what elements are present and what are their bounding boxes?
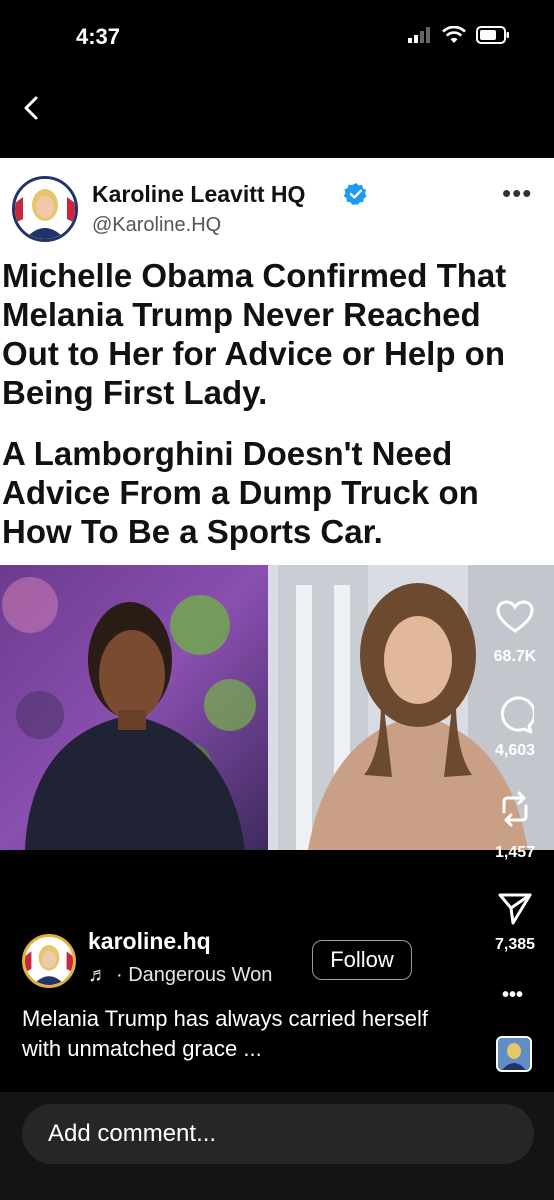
tweet-avatar — [12, 176, 78, 242]
photo-michelle-obama — [0, 565, 268, 850]
signal-icon — [408, 27, 430, 43]
comment-bubble-icon[interactable] — [496, 696, 534, 734]
likes-count: 68.7K — [493, 648, 537, 665]
status-icons — [408, 26, 510, 44]
tweet-subhead: A Lamborghini Doesn't Need Advice From a… — [2, 435, 479, 550]
comments-count: 4,603 — [494, 742, 536, 759]
post-caption[interactable]: Melania Trump has always carried herself… — [22, 1004, 442, 1064]
reposts-count: 1,457 — [494, 844, 536, 861]
music-title: · Dangerous Won — [116, 964, 273, 986]
status-time: 4:37 — [76, 24, 121, 49]
shares-count: 7,385 — [494, 936, 536, 953]
more-icon[interactable]: ••• — [502, 984, 523, 1007]
verified-badge-icon — [344, 183, 367, 205]
add-comment-input[interactable]: Add comment... — [22, 1104, 534, 1164]
tweet-author-name: Karoline Leavitt HQ — [92, 181, 306, 207]
audio-thumbnail[interactable] — [496, 1036, 532, 1072]
back-chevron-icon[interactable] — [18, 92, 46, 124]
follow-button[interactable]: Follow — [312, 940, 412, 980]
like-heart-icon[interactable] — [496, 600, 534, 634]
post-username[interactable]: karoline.hq — [88, 928, 211, 955]
music-note-icon: ♬ — [88, 964, 108, 986]
share-send-icon[interactable] — [498, 892, 532, 926]
battery-icon — [476, 26, 509, 44]
tweet-author-handle: @Karoline.HQ — [92, 214, 222, 236]
more-options-icon[interactable]: ••• — [502, 178, 532, 209]
repost-icon[interactable] — [496, 790, 534, 828]
post-avatar[interactable] — [22, 934, 76, 988]
tweet-headline: Michelle Obama Confirmed That Melania Tr… — [2, 257, 507, 411]
post-music[interactable]: ♬ · Dangerous Won — [88, 964, 272, 987]
wifi-icon — [442, 26, 466, 43]
